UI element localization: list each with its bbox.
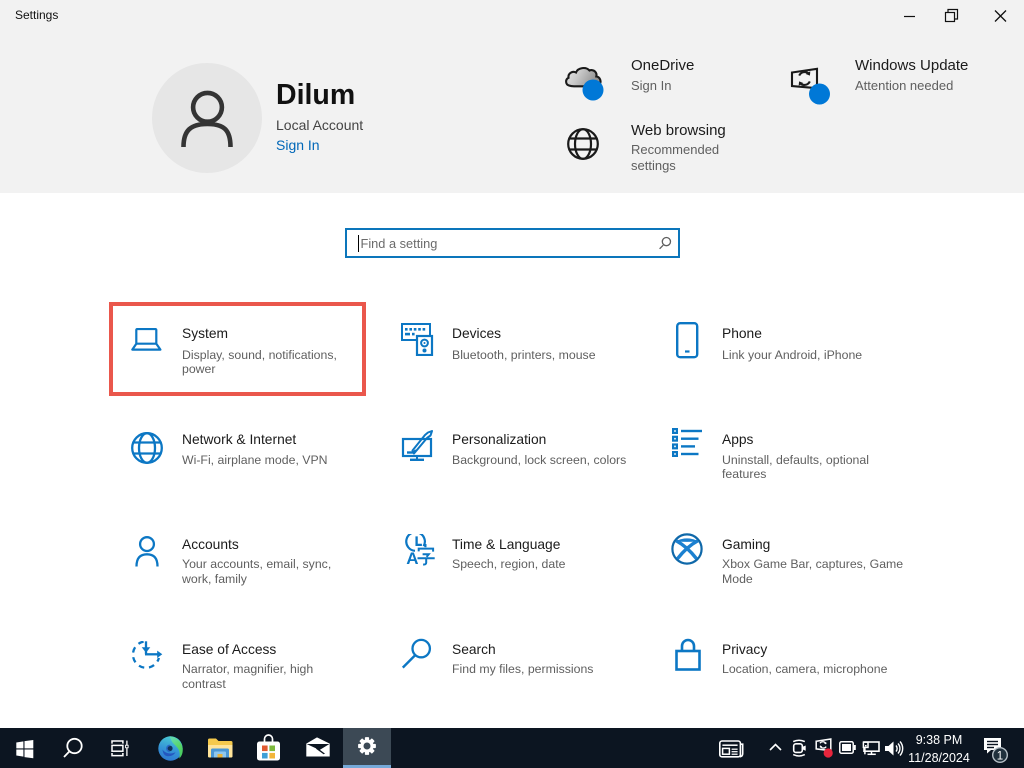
svg-text:A: A [406, 549, 418, 568]
svg-text:1: 1 [997, 750, 1003, 762]
